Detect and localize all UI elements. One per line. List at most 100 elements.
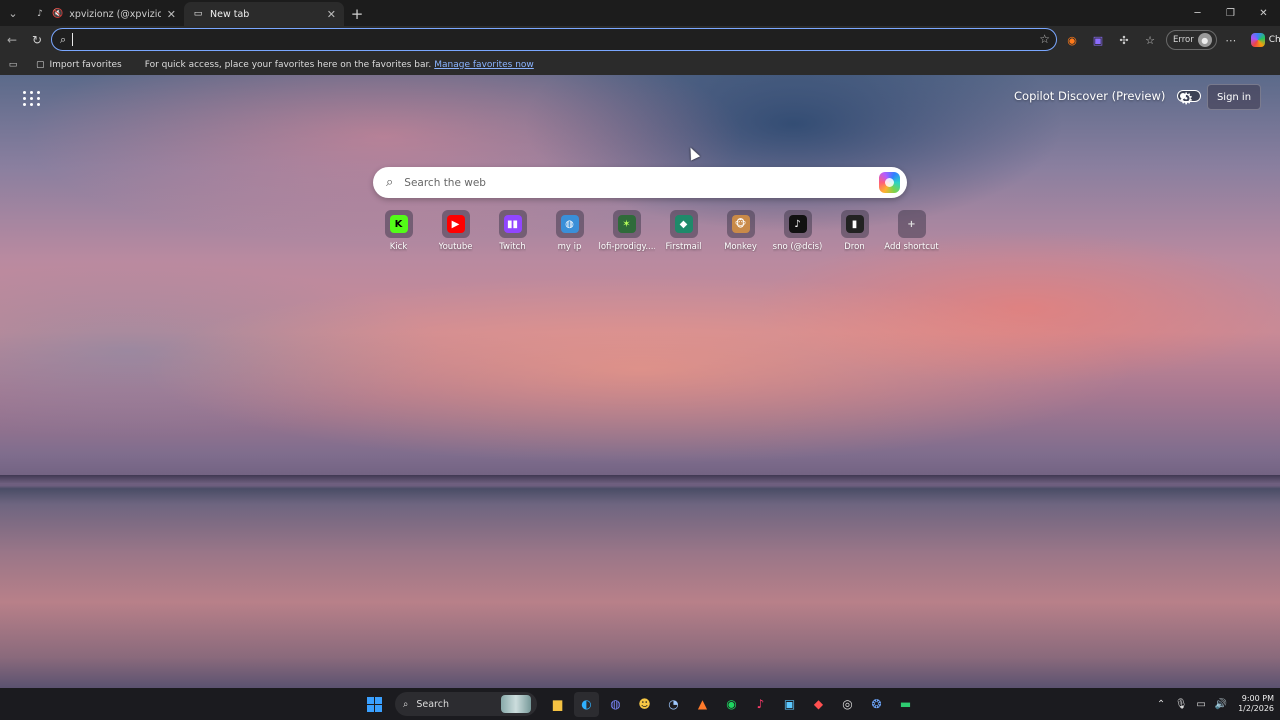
emoji-app-icon[interactable]: ☻ [632,692,657,717]
add-favorite-star-icon[interactable]: ☆ [1039,32,1050,46]
refresh-icon: ↻ [31,33,43,47]
shortcut-lofi-prodigy[interactable]: ✶ lofi-prodigy.... [598,210,655,252]
shortcuts-row: K Kick ▶ Youtube ▮▮ Twitch ◍ my ip ✶ lofi-prodigy… [370,210,940,252]
browser-app-icon[interactable]: ❂ [864,692,889,717]
tab-title: xpvizionz (@xpvizionz) is LIVE [69,8,161,20]
muted-speaker-icon[interactable]: 🔇 [52,9,63,19]
shortcut-dron[interactable]: ▮ Dron [826,210,883,252]
restore-button[interactable]: ❐ [1214,0,1247,26]
shortcut-icon: ◆ [674,215,693,233]
plus-icon: + [350,5,364,23]
import-favorites-button[interactable]: ▢ Import favorites [36,60,122,70]
clock-time: 9:00 PM [1241,694,1274,703]
shortcut-tile: K [384,210,413,238]
start-button[interactable] [362,692,387,717]
shortcut-icon: ♪ [788,215,807,233]
brave-extension-icon[interactable]: ◉ [1060,28,1084,52]
file-explorer-icon[interactable]: ▆ [545,692,570,717]
shortcut-icon: 🐵 [731,215,750,233]
close-window-button[interactable]: ✕ [1247,0,1280,26]
shortcut-sno-dcis[interactable]: ♪ sno (@dcis) [769,210,826,252]
back-arrow-icon: ← [6,33,18,47]
spotify-icon[interactable]: ◉ [719,692,744,717]
shortcut-icon: ▶ [446,215,465,233]
shortcut-monkey[interactable]: 🐵 Monkey [712,210,769,252]
discover-label: Copilot Discover (Preview) [1014,89,1166,103]
steam-icon[interactable]: ◔ [661,692,686,717]
tab-new-tab[interactable]: ▭ New tab ✕ [184,2,344,26]
refresh-button[interactable]: ↻ [25,28,49,52]
mouse-cursor [685,145,701,161]
store-icon[interactable]: ▣ [777,692,802,717]
shortcut-tile: ▮ [840,210,869,238]
new-tab-button[interactable]: + [344,2,370,26]
shortcut-firstmail[interactable]: ◆ Firstmail [655,210,712,252]
search-icon: ⌕ [60,32,67,46]
folder-icon: ▢ [36,59,45,70]
profile-button[interactable]: Error ● [1166,30,1217,50]
terminal-icon[interactable]: ▬ [893,692,918,717]
close-tab-icon[interactable]: ✕ [327,8,336,21]
shortcut-label: sno (@dcis) [772,242,823,252]
game-app-icon[interactable]: ▲ [690,692,715,717]
tiktok-icon[interactable]: ♪ [748,692,773,717]
shortcut-youtube[interactable]: ▶ Youtube [427,210,484,252]
manage-favorites-link[interactable]: Manage favorites now [434,60,534,70]
chevron-up-icon[interactable]: ⌃ [1154,699,1168,710]
web-search-box[interactable]: ⌕ Search the web [373,167,907,198]
shortcut-tile: ◆ [669,210,698,238]
gear-icon[interactable]: ⚙ [1179,89,1193,108]
copilot-discover-toggle[interactable]: Copilot Discover (Preview) [1014,89,1202,103]
shortcut-kick[interactable]: K Kick [370,210,427,252]
monitor-icon[interactable]: ▭ [1194,699,1208,710]
profile-status: Error [1173,35,1194,45]
extensions-puzzle-icon[interactable]: ✣ [1112,28,1136,52]
speaker-icon[interactable]: 🔊 [1214,699,1228,710]
taskbar-search[interactable]: ⌕ Search [395,692,537,716]
discord-icon[interactable]: ◍ [603,692,628,717]
shortcut-tile: ♪ [783,210,812,238]
microphone-icon[interactable]: 🎙 [1174,699,1188,710]
shortcut-tile: ▮▮ [498,210,527,238]
close-tab-icon[interactable]: ✕ [167,8,176,21]
shortcut-my-ip[interactable]: ◍ my ip [541,210,598,252]
shortcut-label: Twitch [499,242,526,252]
clock[interactable]: 9:00 PM 1/2/2026 [1238,694,1274,714]
tab-actions-button[interactable]: ⌄ [0,0,26,26]
copilot-chat-button[interactable]: Chat [1245,29,1280,51]
wallpaper-horizon [0,475,1280,483]
tab-twitch-live[interactable]: ♪ 🔇 xpvizionz (@xpvizionz) is LIVE ✕ [26,2,184,26]
roblox-icon[interactable]: ◆ [806,692,831,717]
clock-date: 1/2/2026 [1238,704,1274,713]
shortcut-label: my ip [557,242,582,252]
twitch-extension-icon[interactable]: ▣ [1086,28,1110,52]
shortcut-icon: K [389,215,408,233]
shortcut-icon: + [907,218,916,230]
shortcut-tile: 🐵 [726,210,755,238]
shortcut-label: Kick [389,242,408,252]
search-placeholder: Search the web [404,176,486,189]
collections-icon[interactable]: ▭ [0,60,26,70]
tab-strip: ⌄ ♪ 🔇 xpvizionz (@xpvizionz) is LIVE ✕ ▭… [0,0,1280,26]
back-button[interactable]: ← [0,28,24,52]
app-launcher-grid-icon[interactable] [22,88,42,108]
copilot-icon[interactable] [879,172,900,193]
shortcut-label: Add shortcut [884,242,939,252]
text-caret [72,33,74,46]
favorites-icon[interactable]: ☆ [1138,28,1162,52]
edge-icon[interactable]: ◐ [574,691,599,717]
shortcut-label: Firstmail [665,242,702,252]
taskbar-search-label: Search [416,698,449,710]
minimize-button[interactable]: ─ [1181,0,1214,26]
more-menu-icon[interactable]: ⋯ [1219,28,1243,52]
address-bar[interactable]: ⌕ ☆ [51,28,1057,51]
shortcut-add-shortcut[interactable]: + Add shortcut [883,210,940,252]
shortcut-icon: ✶ [617,215,636,233]
windows-taskbar: ⌕ Search ▆ ◐ ◍ ☻ ◔ ▲ ◉ ♪ ▣ ◆ ◎ ❂ ▬ ⌃ 🎙 ▭… [0,688,1280,720]
windows-logo-icon [367,696,382,712]
system-tray: ⌃ 🎙 ▭ 🔊 9:00 PM 1/2/2026 [1154,688,1280,720]
chrome-icon[interactable]: ◎ [835,692,860,717]
shortcut-twitch[interactable]: ▮▮ Twitch [484,210,541,252]
sign-in-button[interactable]: Sign in [1207,84,1261,110]
chevron-down-icon: ⌄ [8,6,18,20]
